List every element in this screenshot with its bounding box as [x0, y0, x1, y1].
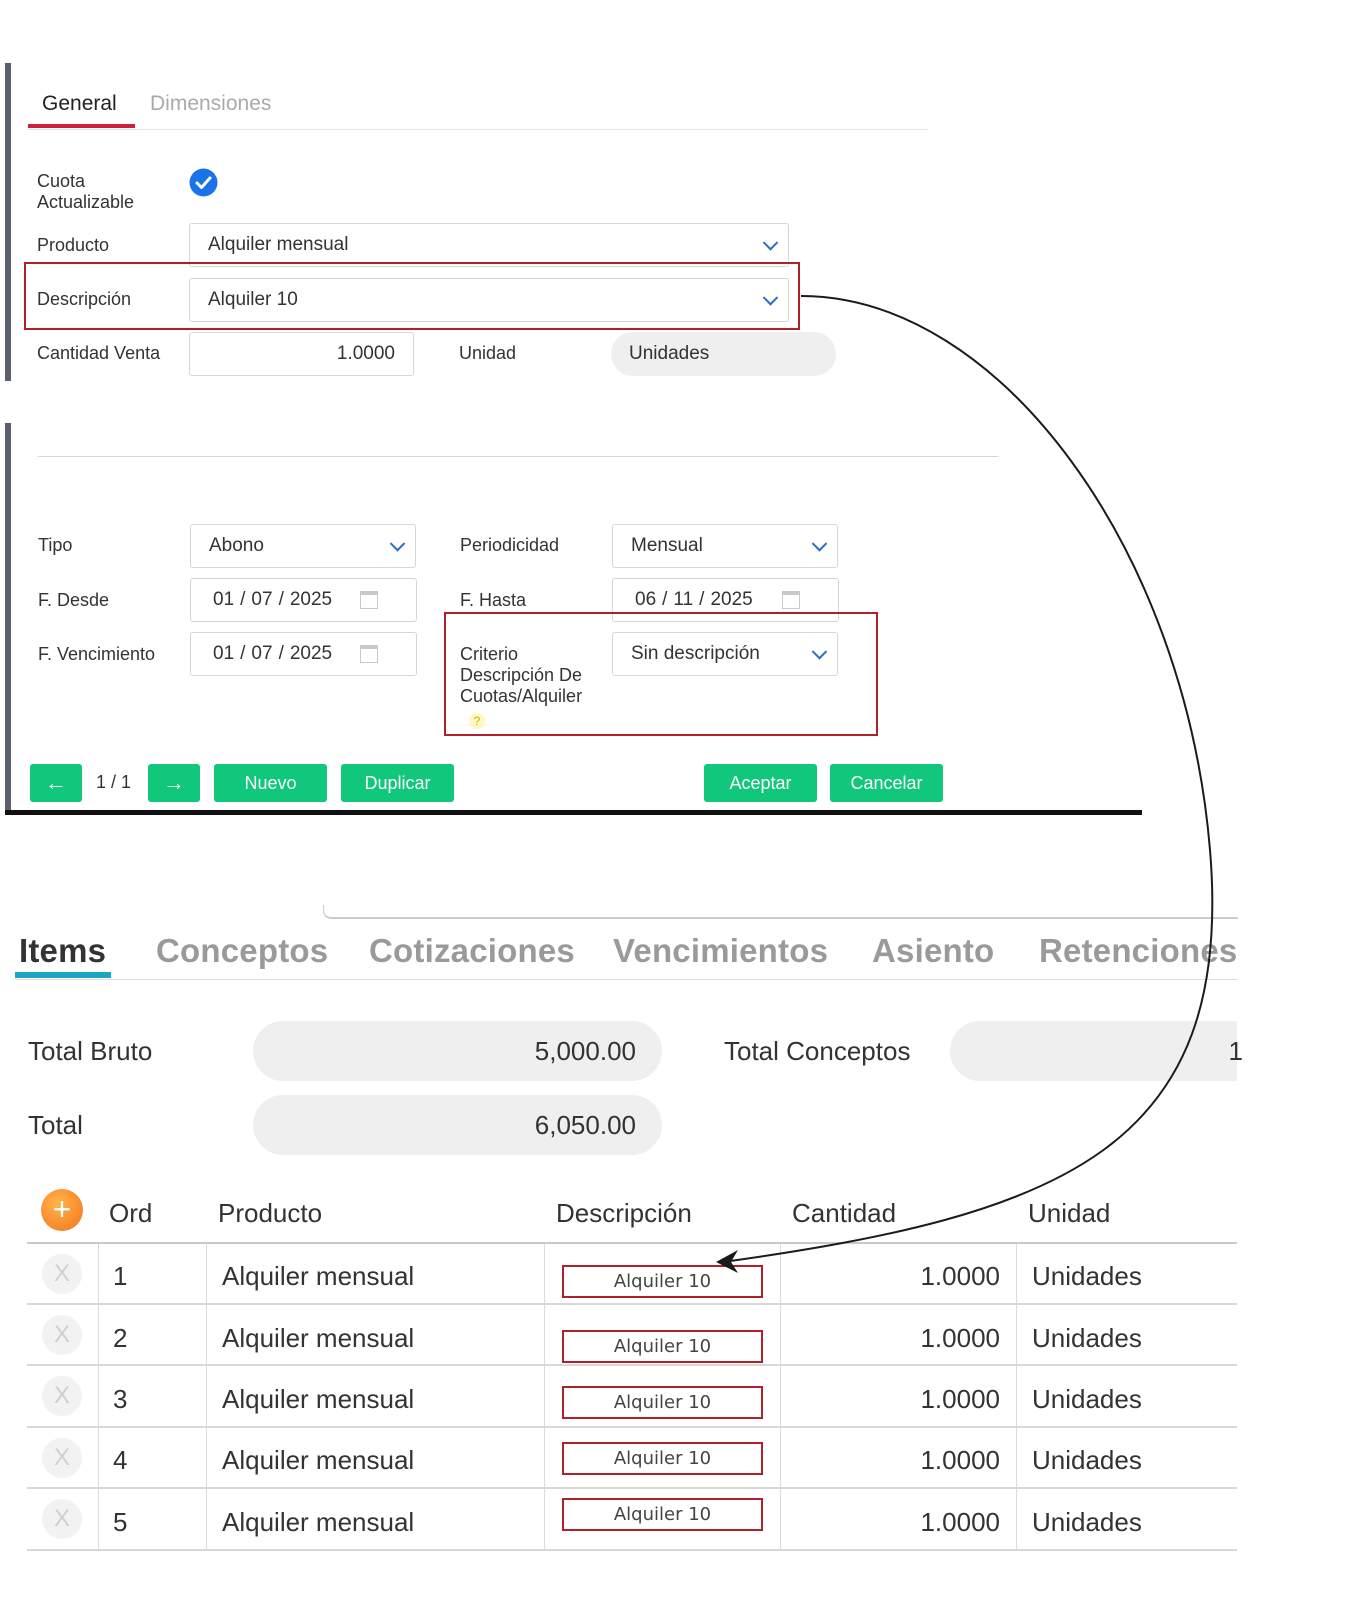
annotation-arrow-line — [722, 295, 1214, 1263]
annotation-arrow — [716, 295, 1214, 1273]
arrow-head-icon — [716, 1250, 738, 1273]
